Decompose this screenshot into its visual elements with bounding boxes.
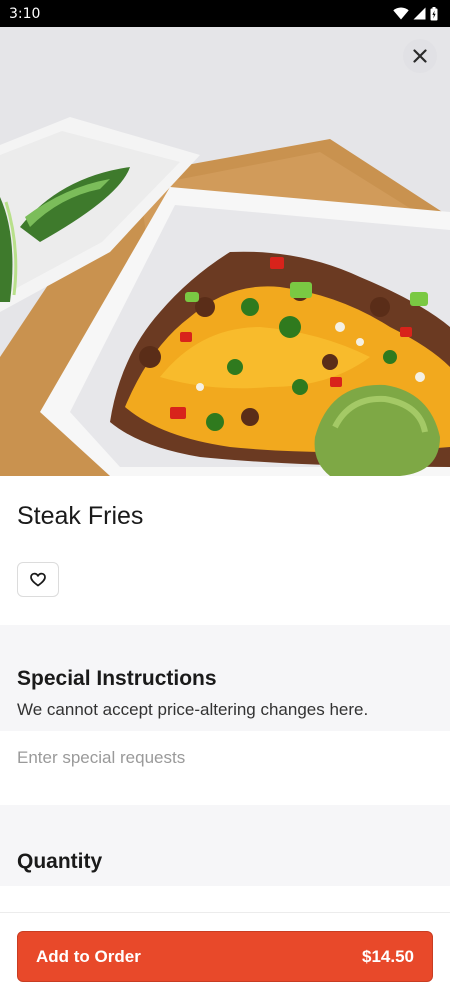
order-price: $14.50 xyxy=(362,946,414,966)
close-icon xyxy=(413,49,427,63)
signal-icon xyxy=(413,7,426,20)
status-icons xyxy=(393,6,438,21)
food-photo-graphic xyxy=(0,27,450,476)
status-bar: 3:10 xyxy=(0,0,450,27)
special-requests-input[interactable] xyxy=(17,744,432,772)
wifi-icon xyxy=(393,7,409,20)
special-instructions-title: Special Instructions xyxy=(17,667,217,690)
battery-icon xyxy=(430,6,438,20)
heart-icon xyxy=(30,572,46,587)
favorite-button[interactable] xyxy=(17,562,59,597)
add-to-order-button[interactable]: Add to Order $14.50 xyxy=(17,931,433,982)
food-photo xyxy=(0,27,450,476)
quantity-title: Quantity xyxy=(17,850,103,873)
item-title: Steak Fries xyxy=(17,502,144,530)
add-to-order-label: Add to Order xyxy=(36,946,141,966)
status-time: 3:10 xyxy=(9,5,41,22)
close-button[interactable] xyxy=(403,39,437,73)
special-instructions-note: We cannot accept price-altering changes … xyxy=(17,700,369,719)
